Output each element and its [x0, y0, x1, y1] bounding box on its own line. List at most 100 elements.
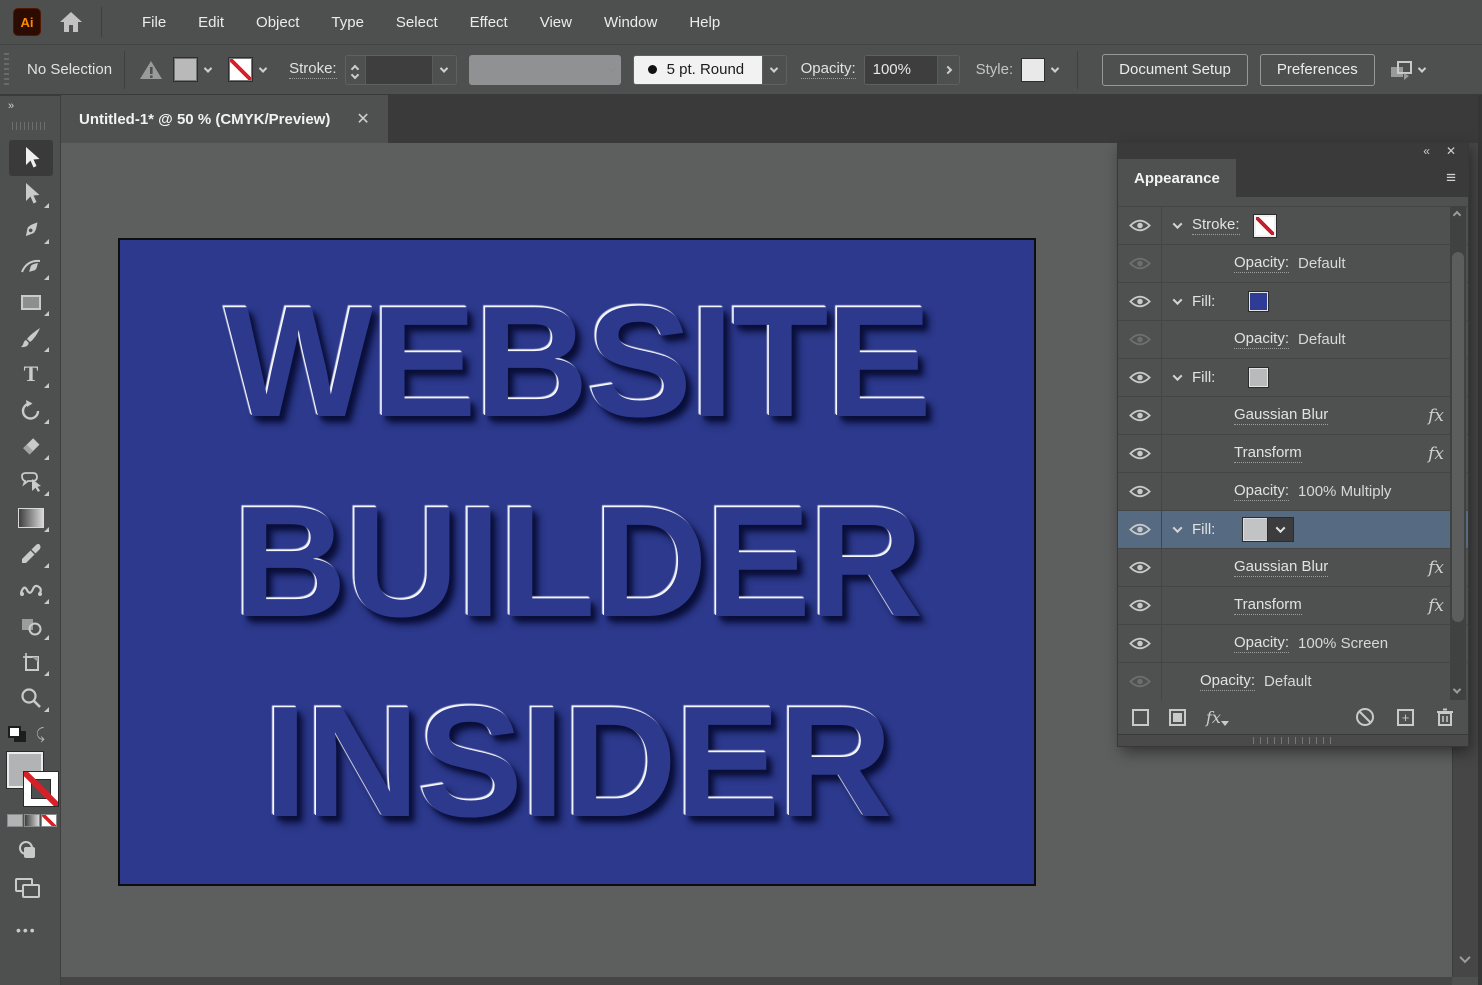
clear-appearance-icon[interactable] [1355, 707, 1375, 727]
menu-edit[interactable]: Edit [182, 4, 240, 41]
appearance-row-stroke[interactable]: Stroke: [1118, 206, 1468, 244]
none-mode-icon[interactable] [41, 814, 57, 827]
add-new-stroke-icon[interactable] [1132, 709, 1149, 726]
direct-selection-tool-icon[interactable] [9, 176, 53, 212]
effect-link[interactable]: Gaussian Blur [1234, 558, 1328, 577]
appearance-row-effect[interactable]: Gaussian Blur fx [1118, 396, 1468, 434]
panel-menu-icon[interactable]: ≡ [1446, 168, 1456, 188]
add-new-effect-icon[interactable]: fx [1206, 708, 1229, 727]
fill-swatch[interactable] [173, 57, 198, 82]
expand-chevron-icon[interactable] [1162, 298, 1192, 305]
rectangle-tool-icon[interactable] [9, 284, 53, 320]
appearance-row-opacity[interactable]: Opacity: 100% Screen [1118, 624, 1468, 662]
appearance-tab[interactable]: Appearance [1118, 159, 1236, 197]
appearance-row-effect[interactable]: Gaussian Blur fx [1118, 548, 1468, 586]
brush-preview[interactable]: 5 pt. Round [634, 56, 762, 84]
pen-tool-icon[interactable] [9, 212, 53, 248]
swap-fill-stroke-icon[interactable]: ⤸ [36, 726, 45, 743]
stroke-weight-combo[interactable] [345, 55, 457, 85]
fx-icon[interactable]: fx [1428, 444, 1444, 464]
add-new-fill-icon[interactable] [1169, 709, 1186, 726]
stroke-none-swatch[interactable] [228, 57, 253, 82]
menu-object[interactable]: Object [240, 4, 315, 41]
screen-mode-icon[interactable] [13, 876, 43, 905]
horizontal-scrollbar[interactable] [61, 977, 1452, 985]
default-fill-stroke-icon[interactable] [8, 726, 28, 744]
type-tool-icon[interactable]: T [9, 356, 53, 392]
illustrator-app-icon[interactable]: Ai [13, 8, 41, 36]
visibility-eye-icon[interactable] [1118, 435, 1162, 472]
stroke-weight-label[interactable]: Stroke: [289, 60, 337, 79]
stroke-row-label[interactable]: Stroke: [1192, 216, 1240, 235]
stroke-none-swatch[interactable] [1254, 215, 1276, 237]
menu-help[interactable]: Help [673, 4, 736, 41]
tab-close-icon[interactable]: ✕ [356, 109, 369, 129]
document-tab[interactable]: Untitled-1* @ 50 % (CMYK/Preview) ✕ [61, 95, 388, 143]
style-dropdown-icon[interactable] [1045, 57, 1065, 82]
opacity-label[interactable]: Opacity: [801, 60, 856, 79]
fill-dropdown-icon[interactable] [198, 57, 218, 82]
fx-icon[interactable]: fx [1428, 558, 1444, 578]
fill-row-label[interactable]: Fill: [1192, 521, 1215, 538]
menu-window[interactable]: Window [588, 4, 673, 41]
brush-definition-control[interactable]: 5 pt. Round [633, 55, 787, 85]
appearance-row-effect[interactable]: Transform fx [1118, 586, 1468, 624]
panel-scrollbar[interactable] [1450, 206, 1466, 700]
toolbar-grip[interactable] [12, 122, 48, 130]
expand-chevron-icon[interactable] [1162, 526, 1192, 533]
control-bar-grip[interactable] [4, 53, 9, 87]
appearance-row-fill[interactable]: Fill: [1118, 282, 1468, 320]
scroll-down-icon[interactable] [1453, 685, 1461, 693]
visibility-eye-icon[interactable] [1118, 511, 1162, 548]
scroll-down-icon[interactable] [1459, 952, 1470, 963]
fill-swatch-dropdown-icon[interactable] [1268, 518, 1293, 541]
visibility-eye-icon[interactable] [1118, 625, 1162, 662]
panel-close-icon[interactable]: ✕ [1446, 145, 1456, 157]
scroll-up-icon[interactable] [1453, 211, 1461, 219]
selection-tool-icon[interactable] [9, 140, 53, 176]
brush-dropdown-icon[interactable] [762, 56, 786, 84]
appearance-row-fill-selected[interactable]: Fill: [1118, 510, 1468, 548]
artboard-tool-icon[interactable] [9, 644, 53, 680]
eyedropper-tool-icon[interactable] [9, 536, 53, 572]
effect-link[interactable]: Gaussian Blur [1234, 406, 1328, 425]
fill-color-swatch[interactable] [1249, 292, 1268, 311]
panel-collapse-icon[interactable]: « [1423, 145, 1430, 157]
stroke-color-control[interactable] [228, 57, 273, 82]
style-swatch[interactable] [1021, 58, 1045, 82]
opacity-control[interactable]: 100% [864, 55, 960, 85]
visibility-eye-icon-dim[interactable] [1118, 321, 1162, 358]
eraser-tool-icon[interactable] [9, 428, 53, 464]
stroke-weight-dropdown-icon[interactable] [432, 56, 456, 84]
appearance-row-opacity[interactable]: Opacity: Default [1118, 320, 1468, 358]
scrollbar-thumb[interactable] [1452, 252, 1464, 622]
effect-link[interactable]: Transform [1234, 596, 1302, 615]
appearance-row-opacity[interactable]: Opacity: 100% Multiply [1118, 472, 1468, 510]
artboard[interactable]: WEBSITE BUILDER INSIDER [118, 238, 1036, 886]
edit-toolbar-icon[interactable]: ••• [16, 922, 37, 938]
fill-color-combo[interactable] [1243, 518, 1293, 541]
opacity-link[interactable]: Opacity: [1234, 330, 1289, 349]
menu-type[interactable]: Type [315, 4, 380, 41]
fill-row-label[interactable]: Fill: [1192, 293, 1215, 310]
draw-mode-icon[interactable] [16, 840, 40, 867]
curvature-tool-icon[interactable] [9, 248, 53, 284]
fill-color-swatch[interactable] [1249, 368, 1268, 387]
home-icon[interactable] [59, 11, 83, 33]
stroke-dropdown-icon[interactable] [253, 57, 273, 82]
gradient-mode-icon[interactable] [24, 814, 40, 827]
appearance-row-effect[interactable]: Transform fx [1118, 434, 1468, 472]
menu-effect[interactable]: Effect [454, 4, 524, 41]
opacity-link[interactable]: Opacity: [1234, 482, 1289, 501]
appearance-row-opacity[interactable]: Opacity: Default [1118, 244, 1468, 282]
opacity-expand-icon[interactable] [937, 56, 959, 84]
effect-link[interactable]: Transform [1234, 444, 1302, 463]
visibility-eye-icon-dim[interactable] [1118, 245, 1162, 282]
fx-icon[interactable]: fx [1428, 596, 1444, 616]
visibility-eye-icon-dim[interactable] [1118, 663, 1162, 700]
style-control[interactable] [1013, 57, 1065, 82]
menu-select[interactable]: Select [380, 4, 454, 41]
fill-color-control[interactable] [173, 57, 218, 82]
visibility-eye-icon[interactable] [1118, 549, 1162, 586]
arrange-dropdown-icon[interactable] [1418, 64, 1426, 72]
